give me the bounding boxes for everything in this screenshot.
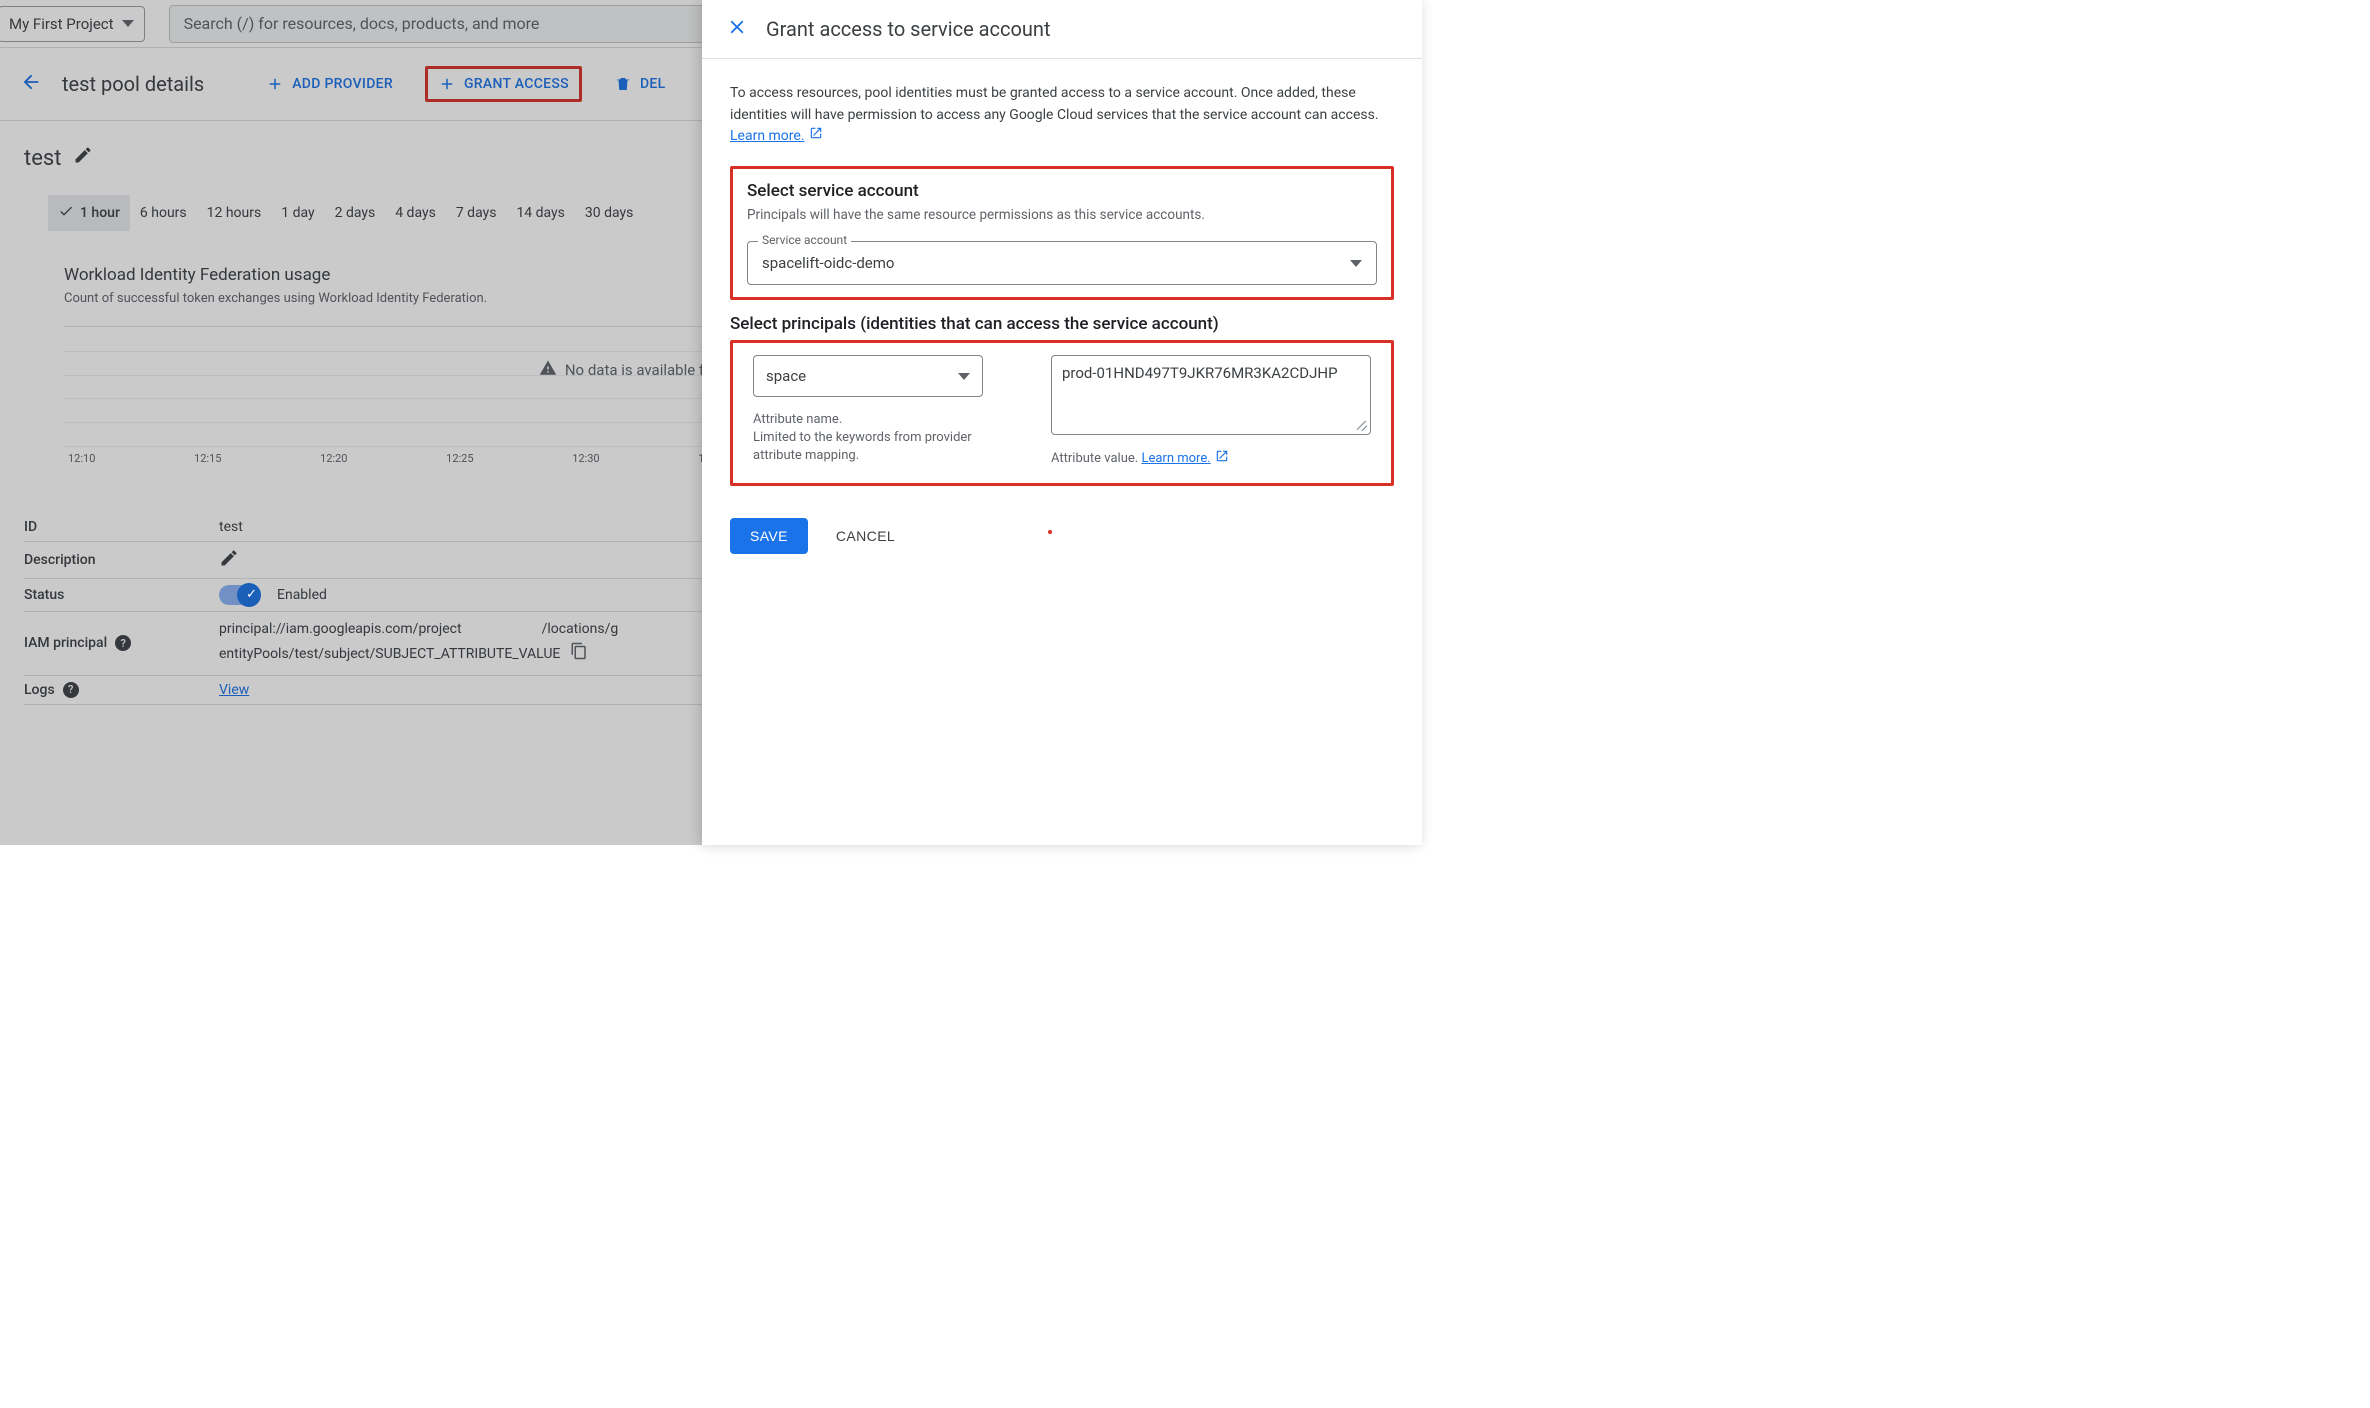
grant-access-panel: Grant access to service account To acces…	[702, 0, 1422, 845]
section-title-service-account: Select service account	[747, 181, 1377, 201]
resize-grip-icon[interactable]	[1357, 421, 1367, 431]
time-tab-1-day[interactable]: 1 day	[271, 195, 324, 231]
time-tab-1-hour[interactable]: 1 hour	[48, 195, 130, 231]
time-tab-label: 14 days	[516, 205, 564, 221]
service-account-value: spacelift-oidc-demo	[762, 254, 1350, 272]
close-icon[interactable]	[726, 16, 748, 42]
indicator-dot-icon	[1048, 530, 1052, 534]
x-tick: 12:30	[572, 452, 599, 465]
cancel-button[interactable]: CANCEL	[828, 518, 903, 554]
plus-icon	[438, 75, 456, 93]
x-tick: 12:25	[446, 452, 473, 465]
time-tab-label: 12 hours	[207, 205, 262, 221]
edit-icon[interactable]	[73, 145, 93, 171]
trash-icon	[614, 75, 632, 93]
learn-more-text: Learn more.	[1141, 450, 1210, 468]
view-logs-link[interactable]: View	[219, 682, 249, 698]
chevron-down-icon	[1350, 260, 1362, 267]
project-name: My First Project	[9, 15, 114, 33]
time-tab-6-hours[interactable]: 6 hours	[130, 195, 197, 231]
attribute-name-select[interactable]: space	[753, 355, 983, 397]
grant-access-button[interactable]: GRANT ACCESS	[425, 66, 582, 102]
kv-key-label: Logs	[24, 682, 55, 698]
principal-mid: /locations/g	[542, 618, 619, 642]
external-link-icon	[1215, 449, 1229, 469]
chevron-down-icon	[958, 373, 970, 380]
check-icon	[58, 203, 74, 223]
edit-icon[interactable]	[219, 548, 239, 572]
help-icon[interactable]: ?	[63, 682, 79, 698]
x-tick: 12:20	[320, 452, 347, 465]
pool-name: test	[24, 146, 61, 171]
panel-title: Grant access to service account	[766, 17, 1050, 41]
copy-icon[interactable]	[570, 642, 588, 669]
caret-down-icon	[122, 20, 134, 27]
kv-key: Description	[24, 548, 219, 572]
attribute-name-helper: Attribute name. Limited to the keywords …	[753, 411, 1023, 466]
time-tab-label: 7 days	[456, 205, 497, 221]
time-tab-12-hours[interactable]: 12 hours	[197, 195, 272, 231]
time-tab-4-days[interactable]: 4 days	[385, 195, 446, 231]
time-tab-7-days[interactable]: 7 days	[446, 195, 507, 231]
time-tab-label: 1 day	[281, 205, 314, 221]
help-icon[interactable]: ?	[115, 635, 131, 651]
intro-text: To access resources, pool identities mus…	[730, 85, 1379, 123]
kv-key-label: IAM principal	[24, 635, 107, 651]
attribute-value-helper: Attribute value. Learn more.	[1051, 449, 1371, 469]
time-tab-2-days[interactable]: 2 days	[325, 195, 386, 231]
delete-button[interactable]: DEL	[602, 67, 678, 101]
status-text: Enabled	[277, 587, 327, 603]
attribute-value-text: prod-01HND497T9JKR76MR3KA2CDJHP	[1062, 364, 1338, 382]
back-arrow-icon[interactable]	[20, 71, 42, 97]
time-tab-14-days[interactable]: 14 days	[506, 195, 574, 231]
time-tab-label: 30 days	[585, 205, 633, 221]
status-toggle[interactable]: ✓	[219, 585, 259, 605]
section-title-principals: Select principals (identities that can a…	[730, 314, 1394, 334]
check-icon: ✓	[246, 587, 257, 602]
principals-section: space Attribute name. Limited to the key…	[730, 340, 1394, 486]
learn-more-text: Learn more.	[730, 126, 805, 148]
kv-key: Logs ?	[24, 682, 219, 698]
time-tab-30-days[interactable]: 30 days	[575, 195, 643, 231]
plus-icon	[266, 75, 284, 93]
principal-line2: entityPools/test/subject/SUBJECT_ATTRIBU…	[219, 643, 560, 667]
learn-more-link[interactable]: Learn more.	[730, 126, 823, 148]
panel-intro: To access resources, pool identities mus…	[730, 83, 1394, 148]
warning-icon	[539, 359, 557, 381]
time-tab-label: 4 days	[395, 205, 436, 221]
kv-key: Status	[24, 585, 219, 605]
page-title: test pool details	[62, 72, 204, 96]
x-tick: 12:10	[68, 452, 95, 465]
add-provider-button[interactable]: ADD PROVIDER	[254, 67, 405, 101]
save-button[interactable]: SAVE	[730, 518, 808, 554]
kv-key: ID	[24, 519, 219, 535]
time-tab-label: 6 hours	[140, 205, 187, 221]
delete-label: DEL	[640, 76, 666, 92]
learn-more-link[interactable]: Learn more.	[1141, 449, 1228, 469]
panel-header: Grant access to service account	[702, 0, 1422, 59]
principal-line1: principal://iam.googleapis.com/project	[219, 618, 462, 642]
external-link-icon	[809, 126, 823, 148]
time-tab-label: 2 days	[335, 205, 376, 221]
service-account-select[interactable]: Service account spacelift-oidc-demo	[747, 241, 1377, 285]
kv-key: IAM principal ?	[24, 618, 219, 669]
project-picker[interactable]: My First Project	[0, 6, 145, 42]
search-placeholder: Search (/) for resources, docs, products…	[184, 14, 540, 33]
grant-access-label: GRANT ACCESS	[464, 76, 569, 92]
service-account-section: Select service account Principals will h…	[730, 166, 1394, 300]
attribute-value-helper-prefix: Attribute value.	[1051, 451, 1138, 466]
service-account-field-label: Service account	[758, 233, 851, 247]
time-tab-label: 1 hour	[80, 205, 120, 221]
attribute-name-value: space	[766, 367, 806, 385]
section-sub-service-account: Principals will have the same resource p…	[747, 207, 1377, 223]
add-provider-label: ADD PROVIDER	[292, 76, 393, 92]
attribute-value-input[interactable]: prod-01HND497T9JKR76MR3KA2CDJHP	[1051, 355, 1371, 435]
panel-actions: SAVE CANCEL	[730, 500, 1394, 554]
x-tick: 12:15	[194, 452, 221, 465]
